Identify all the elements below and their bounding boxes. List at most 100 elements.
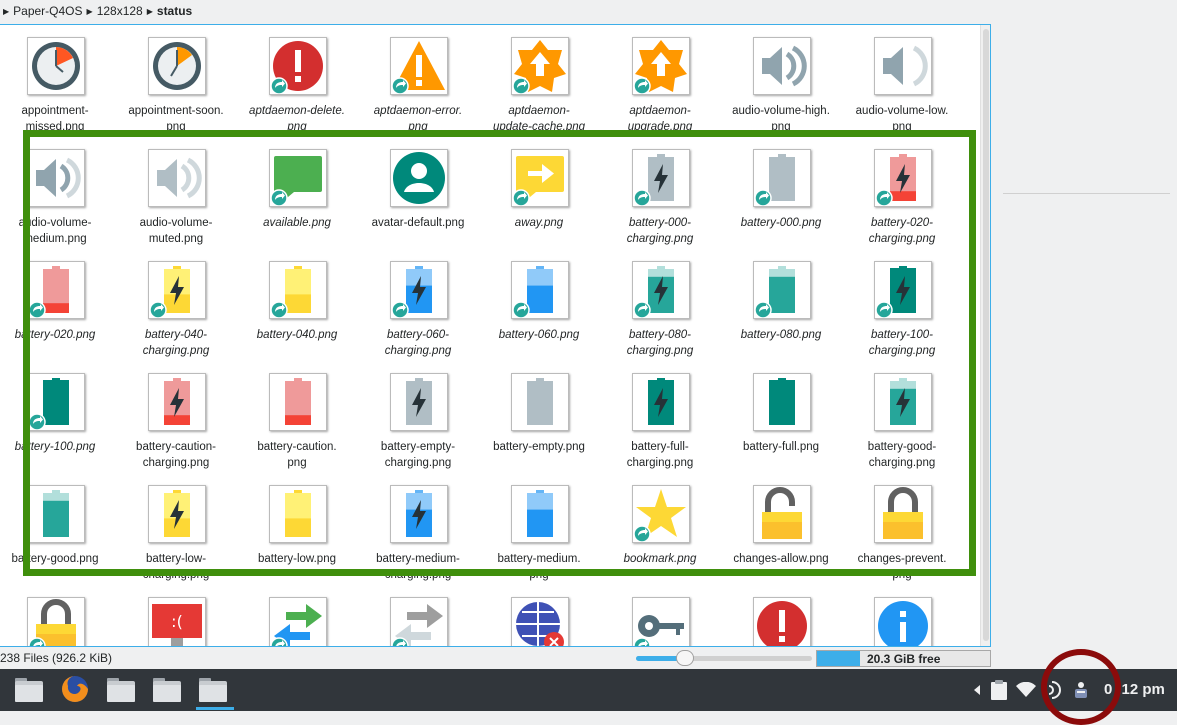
file-item[interactable]: battery-caution. png: [237, 361, 357, 473]
file-item[interactable]: changes-allow.png: [721, 473, 841, 585]
file-item[interactable]: audio-volume-low. png: [842, 25, 962, 137]
file-item[interactable]: [358, 585, 478, 646]
volume-icon[interactable]: [1046, 677, 1066, 703]
file-item[interactable]: battery-020.png: [0, 249, 115, 361]
file-item[interactable]: battery-060.png: [479, 249, 599, 361]
firefox-task[interactable]: [58, 674, 92, 706]
key-teal-icon: [632, 597, 690, 646]
file-manager-task-1[interactable]: [12, 674, 46, 706]
computer-fail-icon: :(: [148, 597, 206, 646]
file-item[interactable]: [721, 585, 841, 646]
file-item[interactable]: battery-100- charging.png: [842, 249, 962, 361]
file-name: battery-100.png: [14, 441, 96, 453]
lock-closed-icon: [874, 485, 932, 543]
file-item[interactable]: battery-good- charging.png: [842, 361, 962, 473]
firefox-icon: [60, 674, 90, 707]
file-item[interactable]: away.png: [479, 137, 599, 249]
file-item[interactable]: appointment- missed.png: [0, 25, 115, 137]
file-manager-task-3[interactable]: [150, 674, 184, 706]
speaker-muted-icon: [148, 149, 206, 207]
file-item[interactable]: battery-medium- charging.png: [358, 473, 478, 585]
file-name: battery-000- charging.png: [626, 217, 694, 245]
file-name: battery-good.png: [11, 553, 99, 565]
file-item[interactable]: :(: [116, 585, 236, 646]
zoom-slider[interactable]: [636, 650, 812, 666]
file-name: battery-full- charging.png: [626, 441, 694, 469]
file-name: battery-low- charging.png: [142, 553, 210, 581]
file-item[interactable]: avatar-default.png: [358, 137, 478, 249]
file-item[interactable]: [237, 585, 357, 646]
file-manager-task-2[interactable]: [104, 674, 138, 706]
file-name: battery-full.png: [742, 441, 820, 453]
file-item[interactable]: aptdaemon- upgrade.png: [600, 25, 720, 137]
file-item[interactable]: battery-080.png: [721, 249, 841, 361]
battery-full-bolt-icon: [874, 261, 932, 319]
file-item[interactable]: [842, 585, 962, 646]
file-item[interactable]: [0, 585, 115, 646]
avatar-teal-icon: [390, 149, 448, 207]
battery-teal-bolt-icon: [632, 261, 690, 319]
file-item[interactable]: battery-060- charging.png: [358, 249, 478, 361]
clock[interactable]: 0 :12 pm: [1104, 681, 1165, 698]
breadcrumb-item-128x128[interactable]: 128x128: [93, 4, 147, 18]
zoom-slider-handle[interactable]: [676, 650, 695, 666]
wifi-icon[interactable]: [1016, 677, 1036, 703]
folder-icon: [106, 675, 136, 706]
file-item[interactable]: battery-020- charging.png: [842, 137, 962, 249]
free-space-fill: [817, 651, 861, 666]
battery-blue-icon: [511, 485, 569, 543]
network-manager-icon[interactable]: [1072, 677, 1090, 703]
file-item[interactable]: audio-volume- muted.png: [116, 137, 236, 249]
file-item[interactable]: battery-low- charging.png: [116, 473, 236, 585]
file-item[interactable]: aptdaemon-delete. png: [237, 25, 357, 137]
file-name: battery-medium- charging.png: [376, 553, 460, 581]
breadcrumb-item-status[interactable]: status: [153, 4, 196, 18]
tray-expand-arrow-icon[interactable]: [974, 677, 980, 703]
file-view[interactable]: appointment- missed.png appointment-soon.…: [0, 24, 991, 647]
clipboard-icon[interactable]: [990, 677, 1008, 703]
file-item[interactable]: battery-empty- charging.png: [358, 361, 478, 473]
file-name: battery-080.png: [740, 329, 822, 341]
folder-icon: [14, 675, 44, 706]
file-item[interactable]: battery-full- charging.png: [600, 361, 720, 473]
star-yellow-icon: [632, 485, 690, 543]
file-item[interactable]: battery-000- charging.png: [600, 137, 720, 249]
file-name: battery-040- charging.png: [142, 329, 210, 357]
arrows-grey-icon: [390, 597, 448, 646]
file-item[interactable]: [600, 585, 720, 646]
battery-red-bolt-icon: [148, 373, 206, 431]
file-item[interactable]: battery-low.png: [237, 473, 357, 585]
file-item[interactable]: battery-100.png: [0, 361, 115, 473]
file-item[interactable]: aptdaemon- update-cache.png: [479, 25, 599, 137]
file-item[interactable]: battery-empty.png: [479, 361, 599, 473]
file-item[interactable]: changes-prevent. png: [842, 473, 962, 585]
battery-grey-bolt-icon: [632, 149, 690, 207]
error-red-circle-icon: [269, 37, 327, 95]
battery-blue-bolt-icon: [390, 261, 448, 319]
file-item[interactable]: battery-caution- charging.png: [116, 361, 236, 473]
file-item[interactable]: aptdaemon-error. png: [358, 25, 478, 137]
file-item[interactable]: battery-040.png: [237, 249, 357, 361]
folder-icon: [152, 675, 182, 706]
file-name: battery-caution. png: [257, 441, 337, 469]
battery-yellow-bolt-icon: [148, 485, 206, 543]
vertical-scrollbar[interactable]: [980, 25, 990, 646]
file-item[interactable]: bookmark.png: [600, 473, 720, 585]
battery-blue-bolt-icon: [390, 485, 448, 543]
file-item[interactable]: battery-040- charging.png: [116, 249, 236, 361]
breadcrumb-item-paper-q4os[interactable]: Paper-Q4OS: [9, 4, 86, 18]
file-item[interactable]: battery-medium. png: [479, 473, 599, 585]
free-space-indicator: 20.3 GiB free: [816, 650, 991, 667]
scrollbar-handle[interactable]: [983, 29, 989, 641]
file-item[interactable]: battery-full.png: [721, 361, 841, 473]
file-item[interactable]: appointment-soon. png: [116, 25, 236, 137]
file-item[interactable]: battery-000.png: [721, 137, 841, 249]
file-item[interactable]: audio-volume-high. png: [721, 25, 841, 137]
file-manager-task-active[interactable]: [196, 674, 234, 710]
file-name: battery-000.png: [740, 217, 822, 229]
file-item[interactable]: available.png: [237, 137, 357, 249]
file-item[interactable]: battery-good.png: [0, 473, 115, 585]
file-item[interactable]: audio-volume- medium.png: [0, 137, 115, 249]
file-item[interactable]: [479, 585, 599, 646]
file-item[interactable]: battery-080- charging.png: [600, 249, 720, 361]
